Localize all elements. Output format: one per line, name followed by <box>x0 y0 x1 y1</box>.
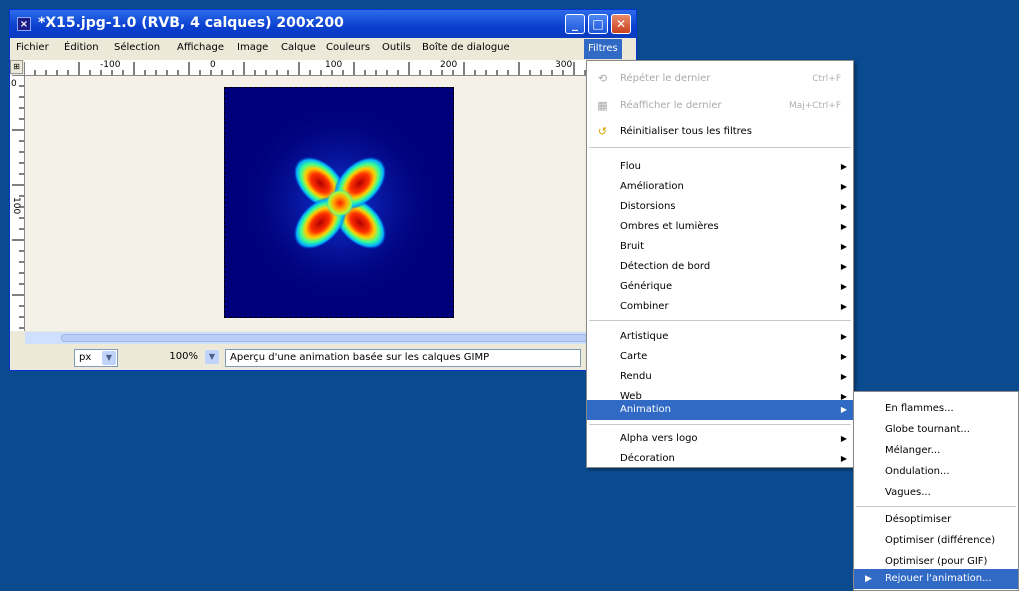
submenu-arrow-icon: ▶ <box>840 242 847 251</box>
title-bar[interactable]: × *X15.jpg-1.0 (RVB, 4 calques) 200x200 … <box>10 10 636 38</box>
unit-value: px <box>79 352 92 363</box>
menu-separator <box>589 320 851 321</box>
ruler-label: 100 <box>325 60 343 70</box>
menu-item-ombres-lumieres[interactable]: Ombres et lumières ▶ <box>587 217 853 237</box>
menu-item-generique[interactable]: Générique ▶ <box>587 277 853 297</box>
menu-item-animation[interactable]: Animation ▶ <box>587 400 853 420</box>
menu-edition[interactable]: Édition <box>64 42 99 53</box>
menu-calque[interactable]: Calque <box>281 42 316 53</box>
menu-item-reinitialiser-filtres[interactable]: ↺ Réinitialiser tous les filtres <box>587 122 853 142</box>
menu-item-rendu[interactable]: Rendu ▶ <box>587 367 853 387</box>
status-message: Aperçu d'une animation basée sur les cal… <box>225 349 581 367</box>
menu-item-bruit[interactable]: Bruit ▶ <box>587 237 853 257</box>
reset-icon: ↺ <box>597 125 608 138</box>
ruler-label: 0 <box>11 79 17 89</box>
unit-select[interactable]: px ▼ <box>74 349 118 367</box>
gimp-image-window: × *X15.jpg-1.0 (RVB, 4 calques) 200x200 … <box>9 9 637 371</box>
menu-selection[interactable]: Sélection <box>114 42 160 53</box>
menu-separator <box>589 147 851 148</box>
submenu-arrow-icon: ▶ <box>840 332 847 341</box>
menu-item-amelioration[interactable]: Amélioration ▶ <box>587 177 853 197</box>
status-bar: px ▼ 100% ▼ Aperçu d'une animation basée… <box>10 346 636 370</box>
menu-item-flou[interactable]: Flou ▶ <box>587 157 853 177</box>
menu-item-decoration[interactable]: Décoration ▶ <box>587 449 853 469</box>
submenu-arrow-icon: ▶ <box>840 222 847 231</box>
horizontal-scrollbar[interactable] <box>25 332 598 344</box>
menu-item-repeter-dernier[interactable]: ⟲ Répéter le dernier Ctrl+F <box>587 69 853 89</box>
image-canvas[interactable] <box>25 76 598 331</box>
ruler-label: 200 <box>440 60 458 70</box>
menu-boite-de-dialogue[interactable]: Boîte de dialogue <box>422 42 510 53</box>
play-icon: ▶ <box>865 574 872 584</box>
chevron-down-icon[interactable]: ▼ <box>205 350 219 364</box>
submenu-arrow-icon: ▶ <box>840 434 847 443</box>
menu-item-distorsions[interactable]: Distorsions ▶ <box>587 197 853 217</box>
maximize-button[interactable]: □ <box>588 14 608 34</box>
menu-item-en-flammes[interactable]: En flammes... <box>854 399 1018 419</box>
menu-item-ondulation[interactable]: Ondulation... <box>854 462 1018 482</box>
ruler-label: -100 <box>100 60 121 70</box>
window-title: *X15.jpg-1.0 (RVB, 4 calques) 200x200 <box>38 15 344 31</box>
x-pattern-image <box>225 88 453 317</box>
scrollbar-thumb[interactable] <box>61 334 587 342</box>
menu-item-globe-tournant[interactable]: Globe tournant... <box>854 420 1018 440</box>
chevron-down-icon[interactable]: ▼ <box>102 351 116 365</box>
filters-menu: ⟲ Répéter le dernier Ctrl+F ▦ Réafficher… <box>586 60 854 468</box>
reshow-icon: ▦ <box>597 99 608 112</box>
minimize-button[interactable]: _ <box>565 14 585 34</box>
vertical-ruler[interactable]: 0 100 <box>10 75 25 331</box>
menu-item-optimiser-difference[interactable]: Optimiser (différence) <box>854 531 1018 551</box>
close-button[interactable]: ✕ <box>611 14 631 34</box>
submenu-arrow-icon: ▶ <box>840 182 847 191</box>
submenu-arrow-icon: ▶ <box>840 282 847 291</box>
submenu-arrow-icon: ▶ <box>840 302 847 311</box>
quick-mask-toggle[interactable]: ⊞ <box>10 60 23 74</box>
image-preview[interactable] <box>224 87 454 318</box>
submenu-arrow-icon: ▶ <box>840 352 847 361</box>
menu-item-reafficher-dernier[interactable]: ▦ Réafficher le dernier Maj+Ctrl+F <box>587 96 853 116</box>
ruler-label: 100 <box>11 197 21 215</box>
menu-separator <box>856 506 1016 507</box>
menu-image[interactable]: Image <box>237 42 268 53</box>
menu-couleurs[interactable]: Couleurs <box>326 42 370 53</box>
zoom-value: 100% <box>169 351 198 362</box>
animation-submenu: En flammes... Globe tournant... Mélanger… <box>853 391 1019 591</box>
submenu-arrow-icon: ▶ <box>840 162 847 171</box>
menu-item-melanger[interactable]: Mélanger... <box>854 441 1018 461</box>
menu-item-vagues[interactable]: Vagues... <box>854 483 1018 503</box>
zoom-select[interactable]: 100% ▼ <box>125 349 220 367</box>
ruler-label: 0 <box>210 60 216 70</box>
menu-outils[interactable]: Outils <box>382 42 411 53</box>
menu-separator <box>589 424 851 425</box>
menu-item-artistique[interactable]: Artistique ▶ <box>587 327 853 347</box>
submenu-arrow-icon: ▶ <box>840 405 847 414</box>
menu-item-detection-bord[interactable]: Détection de bord ▶ <box>587 257 853 277</box>
menu-item-rejouer-animation[interactable]: ▶ Rejouer l'animation... <box>854 569 1018 589</box>
menu-bar: Fichier Édition Sélection Affichage Imag… <box>10 39 636 59</box>
menu-affichage[interactable]: Affichage <box>177 42 224 53</box>
submenu-arrow-icon: ▶ <box>840 262 847 271</box>
menu-item-alpha-vers-logo[interactable]: Alpha vers logo ▶ <box>587 429 853 449</box>
menu-item-desoptimiser[interactable]: Désoptimiser <box>854 510 1018 530</box>
submenu-arrow-icon: ▶ <box>840 202 847 211</box>
menu-item-combiner[interactable]: Combiner ▶ <box>587 297 853 317</box>
repeat-icon: ⟲ <box>597 72 608 85</box>
submenu-arrow-icon: ▶ <box>840 372 847 381</box>
menu-item-carte[interactable]: Carte ▶ <box>587 347 853 367</box>
horizontal-ruler[interactable]: -100 0 100 200 300 <box>24 60 598 76</box>
menu-fichier[interactable]: Fichier <box>16 42 49 53</box>
ruler-label: 300 <box>555 60 573 70</box>
menu-filtres[interactable]: Filtres <box>584 39 622 59</box>
submenu-arrow-icon: ▶ <box>840 454 847 463</box>
gimp-app-icon[interactable]: × <box>17 17 31 31</box>
